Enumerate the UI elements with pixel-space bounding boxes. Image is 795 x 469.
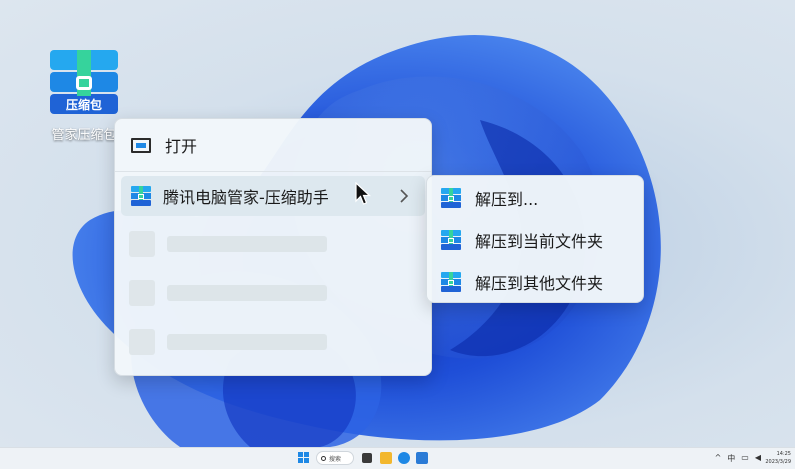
submenu-item-label: 解压到其他文件夹 [475, 274, 604, 293]
menu-item-tencent-compress[interactable]: 腾讯电脑管家-压缩助手 [121, 176, 425, 216]
desktop-icon-label: 管家压缩包 [51, 128, 117, 143]
context-menu: 打开 腾讯电脑管家-压缩助手 [114, 118, 432, 376]
submenu-extract: 解压到... 解压到当前文件夹 解压到其他文件夹 [426, 175, 644, 303]
edge-browser-icon[interactable] [398, 452, 410, 464]
task-view-icon[interactable] [362, 453, 372, 463]
chevron-up-icon[interactable]: ^ [715, 453, 722, 464]
compress-app-icon [441, 230, 461, 250]
taskbar-clock[interactable]: 14:25 2023/3/29 [761, 450, 791, 466]
taskbar-search[interactable]: 搜索 [316, 451, 354, 465]
file-explorer-icon[interactable] [380, 452, 392, 464]
taskbar-search-label: 搜索 [329, 455, 342, 463]
mouse-cursor-icon [355, 182, 371, 205]
compress-app-icon [131, 186, 151, 206]
menu-separator [115, 171, 431, 172]
system-tray: ^ 中 ▭ ◀ [715, 453, 761, 464]
compress-app-icon [441, 272, 461, 292]
logo-text: 压缩包 [65, 98, 102, 112]
submenu-item-label: 解压到... [475, 190, 539, 209]
ime-icon[interactable]: 中 [727, 453, 735, 464]
clock-time: 14:25 [776, 451, 791, 457]
taskbar: 搜索 ^ 中 ▭ ◀ 14:25 2023/3/29 [0, 447, 795, 469]
submenu-item-extract-other[interactable]: 解压到其他文件夹 [433, 263, 637, 301]
store-icon[interactable] [416, 452, 428, 464]
submenu-item-extract-here[interactable]: 解压到当前文件夹 [433, 221, 637, 259]
clock-date: 2023/3/29 [765, 459, 791, 465]
menu-placeholder-item [129, 280, 339, 306]
submenu-item-extract-to[interactable]: 解压到... [433, 179, 637, 217]
menu-placeholder-item [129, 231, 339, 257]
windows-start-icon[interactable] [298, 452, 310, 464]
menu-placeholder-item [129, 329, 339, 355]
menu-item-tencent-label: 腾讯电脑管家-压缩助手 [163, 188, 329, 207]
menu-item-open[interactable]: 打开 [121, 125, 425, 165]
compress-app-icon: 压缩包 [50, 50, 118, 118]
network-icon[interactable]: ▭ [741, 453, 749, 464]
menu-item-open-label: 打开 [165, 137, 198, 156]
submenu-item-label: 解压到当前文件夹 [475, 232, 604, 251]
compress-app-icon [441, 188, 461, 208]
open-window-icon [131, 137, 151, 153]
desktop-icon-compress[interactable]: 压缩包 管家压缩包 [44, 50, 124, 143]
chevron-right-icon [400, 189, 409, 203]
search-icon [321, 455, 326, 461]
